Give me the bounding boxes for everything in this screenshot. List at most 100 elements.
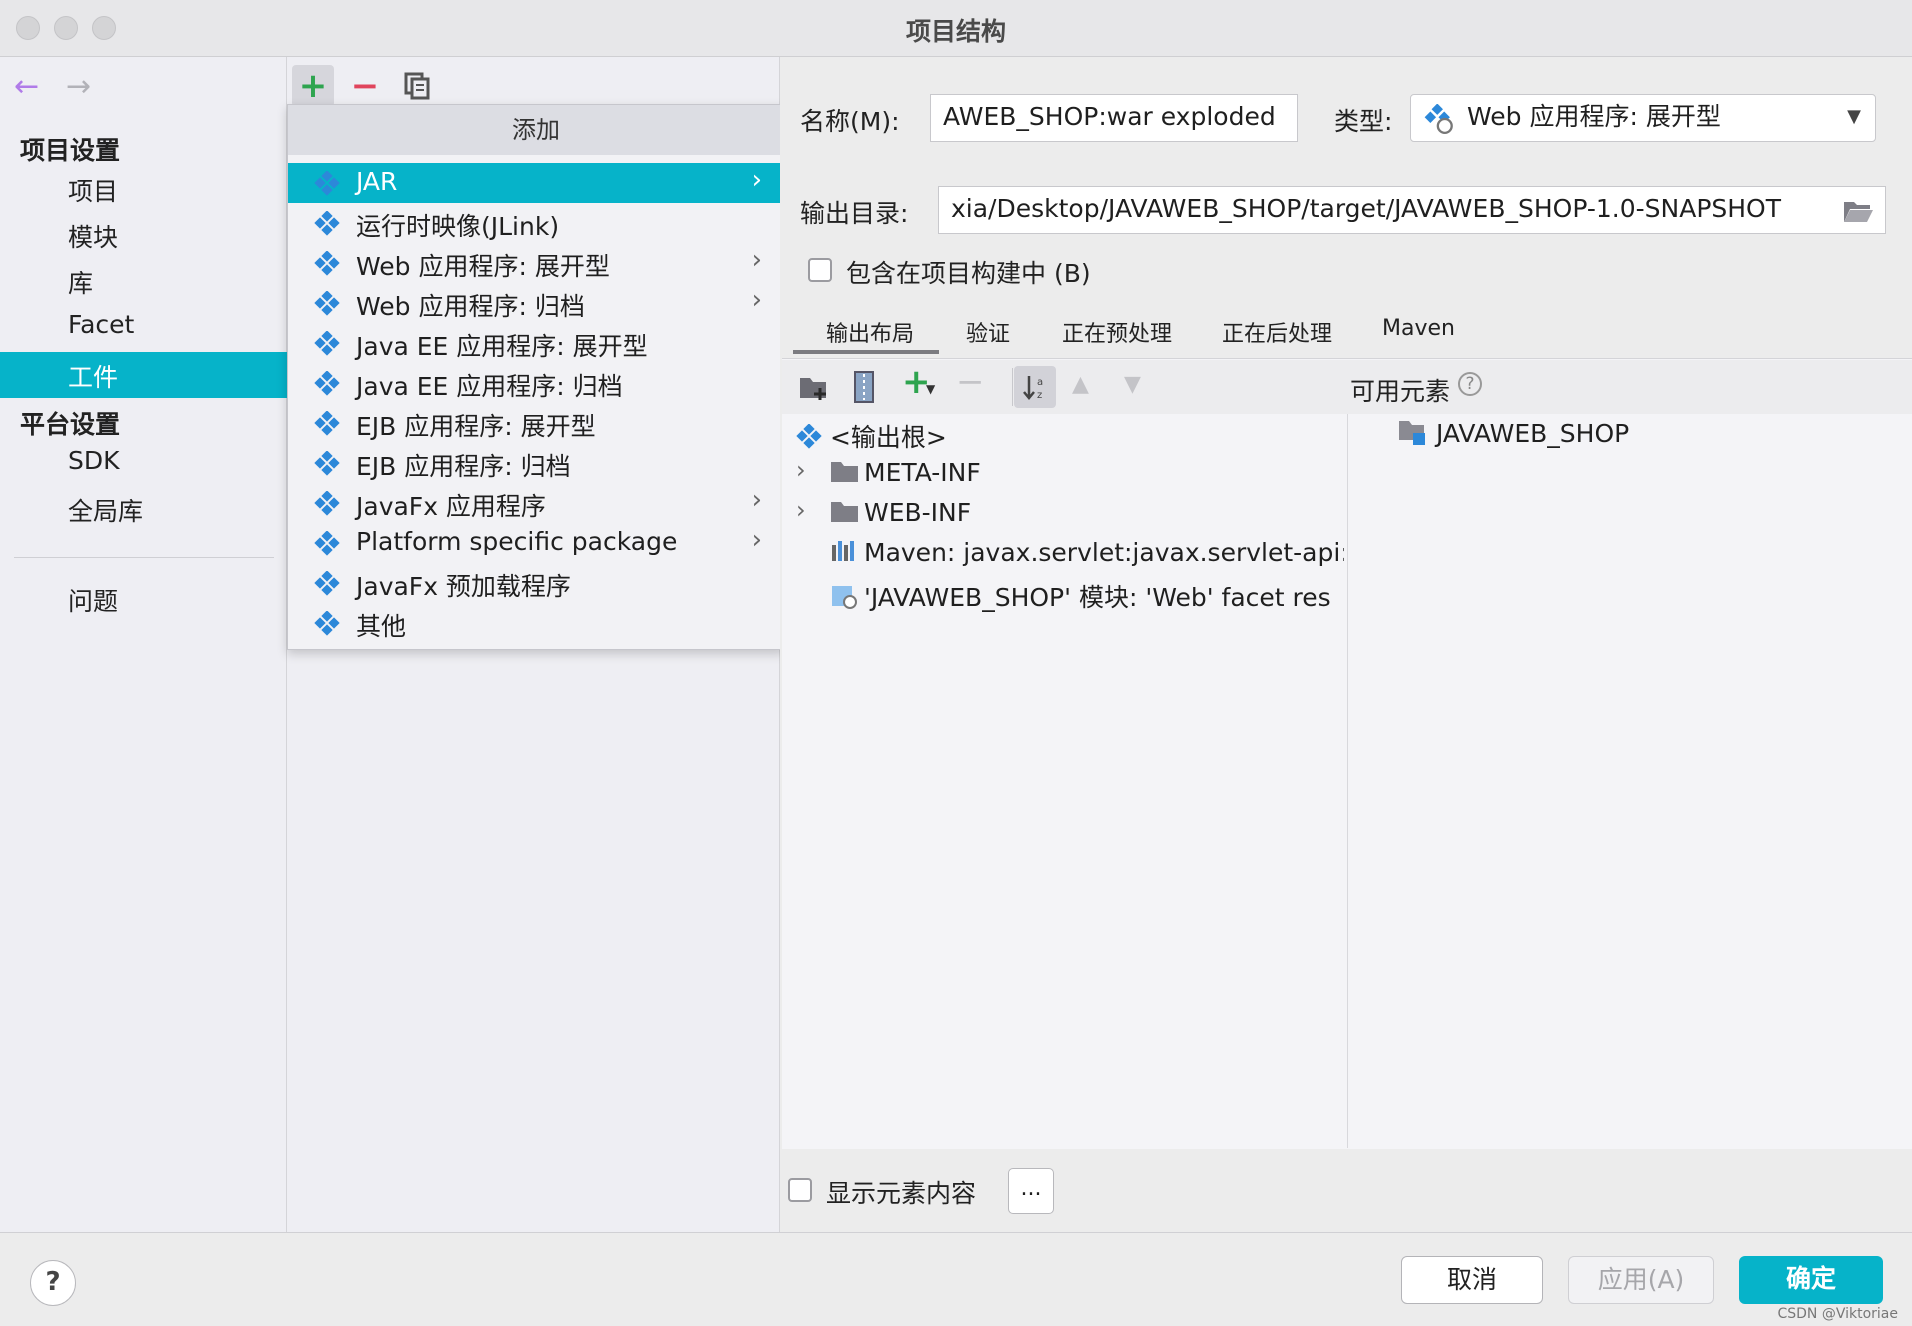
popup-item[interactable]: EJB 应用程序: 归档 xyxy=(288,443,784,483)
sidebar-item-facets[interactable]: Facet xyxy=(68,310,134,339)
type-select[interactable]: Web 应用程序: 展开型 ▼ xyxy=(1410,94,1876,142)
title-bar: 项目结构 xyxy=(0,0,1912,57)
artifact-type-icon xyxy=(314,370,340,397)
move-up-icon[interactable]: ▲ xyxy=(1072,372,1089,397)
ok-button[interactable]: 确定 xyxy=(1739,1256,1883,1304)
cancel-button[interactable]: 取消 xyxy=(1401,1256,1543,1304)
popup-item[interactable]: JAR › xyxy=(288,163,784,203)
back-arrow-icon[interactable]: ← xyxy=(14,69,39,104)
artifact-type-icon xyxy=(314,250,340,277)
help-button[interactable]: ? xyxy=(30,1260,76,1306)
popup-item-label: Java EE 应用程序: 归档 xyxy=(356,372,623,401)
sidebar-divider xyxy=(14,557,274,558)
library-icon xyxy=(830,538,860,567)
submenu-arrow-icon: › xyxy=(751,285,762,315)
popup-item[interactable]: Java EE 应用程序: 展开型 xyxy=(288,323,784,363)
popup-item[interactable]: Web 应用程序: 归档 › xyxy=(288,283,784,323)
archive-icon[interactable] xyxy=(852,370,876,404)
tab-maven[interactable]: Maven xyxy=(1382,316,1455,341)
footer-divider xyxy=(0,1232,1912,1233)
popup-item[interactable]: Java EE 应用程序: 归档 xyxy=(288,363,784,403)
popup-item[interactable]: Web 应用程序: 展开型 › xyxy=(288,243,784,283)
sidebar-item-global-libraries[interactable]: 全局库 xyxy=(68,492,143,528)
show-content-options-button[interactable]: ... xyxy=(1008,1168,1054,1214)
show-content-checkbox[interactable] xyxy=(788,1178,812,1202)
tree-item-label: Maven: javax.servlet:javax.servlet-api:4 xyxy=(864,538,1344,567)
folder-icon xyxy=(830,458,860,487)
available-elements-label: 可用元素 xyxy=(1350,377,1451,406)
layout-divider xyxy=(1347,414,1348,1148)
tab-postprocessing[interactable]: 正在后处理 xyxy=(1222,316,1332,348)
popup-item[interactable]: Platform specific package › xyxy=(288,523,784,563)
chevron-right-icon[interactable]: › xyxy=(796,496,806,524)
sidebar-item-project[interactable]: 项目 xyxy=(68,172,118,208)
window-title: 项目结构 xyxy=(905,17,1006,46)
submenu-arrow-icon: › xyxy=(751,245,762,275)
popup-item-label: JavaFx 应用程序 xyxy=(356,492,546,521)
sidebar-item-artifacts[interactable]: 工件 xyxy=(0,352,287,398)
include-in-build-checkbox[interactable] xyxy=(808,258,832,282)
artifact-type-icon xyxy=(314,490,340,517)
web-app-icon xyxy=(1424,104,1453,134)
help-icon[interactable]: ? xyxy=(1458,372,1482,396)
popup-item-label: JavaFx 预加载程序 xyxy=(356,572,571,601)
show-content-label: 显示元素内容 xyxy=(826,1179,977,1208)
name-label: 名称(M): xyxy=(800,107,900,136)
output-dir-label: 输出目录: xyxy=(800,199,909,228)
include-in-build-label: 包含在项目构建中 (B) xyxy=(846,259,1091,288)
sidebar-item-libraries[interactable]: 库 xyxy=(68,264,93,300)
tab-preprocessing[interactable]: 正在预处理 xyxy=(1062,316,1172,348)
name-input[interactable]: AWEB_SHOP:war exploded xyxy=(930,94,1298,142)
output-root-icon xyxy=(796,423,822,449)
create-directory-icon[interactable] xyxy=(798,374,830,402)
popup-item-label: Java EE 应用程序: 展开型 xyxy=(356,332,648,361)
popup-item-label: EJB 应用程序: 归档 xyxy=(356,452,571,481)
artifact-type-icon xyxy=(314,210,340,237)
active-tab-indicator xyxy=(793,350,939,354)
tree-root[interactable]: <输出根> xyxy=(796,418,947,454)
sort-elements-button[interactable]: a z xyxy=(1014,366,1056,408)
apply-button[interactable]: 应用(A) xyxy=(1568,1256,1714,1304)
tree-item[interactable]: WEB-INF xyxy=(830,498,1344,527)
submenu-arrow-icon: › xyxy=(751,165,762,195)
output-dir-input[interactable]: xia/Desktop/JAVAWEB_SHOP/target/JAVAWEB_… xyxy=(938,186,1886,234)
module-folder-icon xyxy=(1399,421,1425,445)
sidebar-item-modules[interactable]: 模块 xyxy=(68,218,118,254)
svg-text:a: a xyxy=(1037,377,1043,388)
chevron-right-icon[interactable]: › xyxy=(796,456,806,484)
popup-item-label: 运行时映像(JLink) xyxy=(356,212,560,241)
remove-element-button[interactable]: − xyxy=(956,362,985,402)
sort-alpha-icon: a z xyxy=(1023,376,1043,401)
type-select-value: Web 应用程序: 展开型 xyxy=(1467,102,1721,131)
available-element-label: JAVAWEB_SHOP xyxy=(1435,419,1630,448)
popup-item[interactable]: JavaFx 预加载程序 xyxy=(288,563,784,603)
folder-open-icon[interactable] xyxy=(1842,198,1874,224)
submenu-arrow-icon: › xyxy=(751,525,762,555)
popup-item-label: Web 应用程序: 展开型 xyxy=(356,252,610,281)
popup-item[interactable]: 运行时映像(JLink) xyxy=(288,203,784,243)
sidebar-item-sdk[interactable]: SDK xyxy=(68,446,120,475)
tree-item[interactable]: META-INF xyxy=(830,458,1344,487)
popup-item[interactable]: JavaFx 应用程序 › xyxy=(288,483,784,523)
settings-sidebar: ← → 项目设置 项目 模块 库 Facet 工件 平台设置 SDK 全局库 问… xyxy=(0,57,287,1232)
add-artifact-button[interactable]: + xyxy=(292,65,334,107)
type-label: 类型: xyxy=(1334,107,1393,136)
remove-artifact-button[interactable]: − xyxy=(344,65,386,107)
sidebar-item-label: 工件 xyxy=(68,363,119,392)
popup-item[interactable]: EJB 应用程序: 展开型 xyxy=(288,403,784,443)
sidebar-item-problems[interactable]: 问题 xyxy=(68,582,118,618)
copy-artifact-button[interactable] xyxy=(396,65,438,107)
available-element-item[interactable]: JAVAWEB_SHOP xyxy=(1398,418,1629,448)
move-down-icon[interactable]: ▼ xyxy=(1124,372,1141,397)
chevron-down-icon: ▼ xyxy=(1847,106,1861,127)
popup-item[interactable]: 其他 xyxy=(288,603,784,643)
tree-item[interactable]: 'JAVAWEB_SHOP' 模块: 'Web' facet res xyxy=(830,578,1344,614)
watermark: CSDN @Viktoriae xyxy=(1777,1306,1898,1322)
tab-output-layout[interactable]: 输出布局 xyxy=(826,316,914,348)
tab-validation[interactable]: 验证 xyxy=(966,316,1010,348)
forward-arrow-icon[interactable]: → xyxy=(66,69,91,104)
tree-root-label: <输出根> xyxy=(829,423,947,452)
tree-item[interactable]: Maven: javax.servlet:javax.servlet-api:4 xyxy=(830,538,1344,567)
platform-settings-header: 平台设置 xyxy=(20,410,121,439)
submenu-arrow-icon: › xyxy=(751,485,762,515)
